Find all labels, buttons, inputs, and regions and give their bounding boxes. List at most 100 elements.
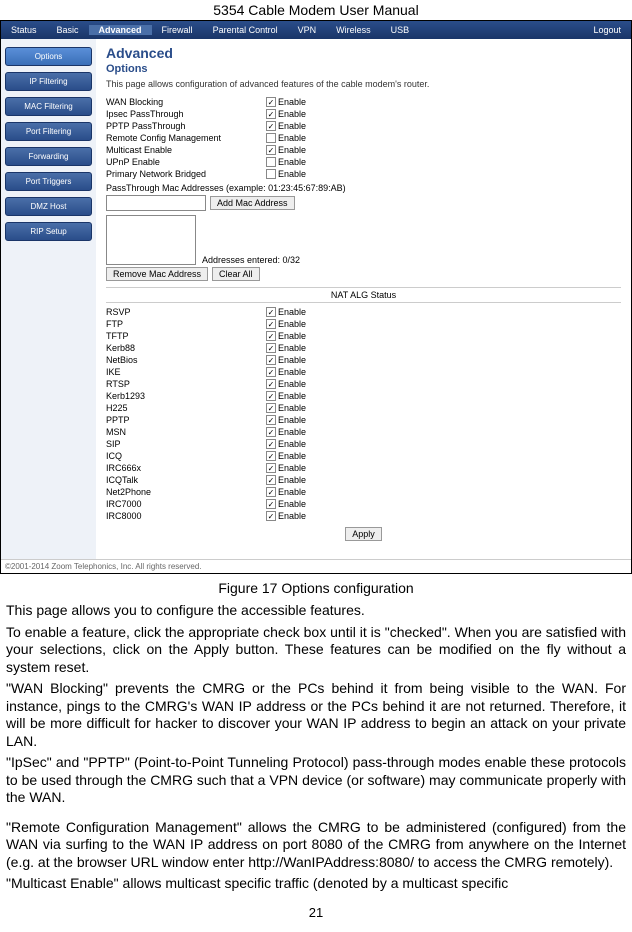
sidebar-mac-filtering[interactable]: MAC Filtering (5, 97, 92, 116)
nat-enable-group: Enable (266, 319, 306, 329)
enable-label: Enable (278, 451, 306, 461)
option-row: Multicast EnableEnable (106, 145, 621, 155)
nat-row: RSVPEnable (106, 307, 621, 317)
nat-label: Kerb1293 (106, 391, 266, 401)
document-header: 5354 Cable Modem User Manual (0, 0, 632, 20)
enable-checkbox[interactable] (266, 475, 276, 485)
enable-checkbox[interactable] (266, 331, 276, 341)
enable-checkbox[interactable] (266, 355, 276, 365)
body-text: This page allows you to configure the ac… (0, 602, 632, 893)
add-mac-button[interactable]: Add Mac Address (210, 196, 295, 210)
nat-row: Net2Phone Enable (106, 487, 621, 497)
enable-checkbox[interactable] (266, 379, 276, 389)
enable-checkbox[interactable] (266, 511, 276, 521)
nav-firewall[interactable]: Firewall (152, 25, 203, 35)
nat-row: Kerb1293 Enable (106, 391, 621, 401)
enable-label: Enable (278, 511, 306, 521)
nat-enable-group: Enable (266, 391, 306, 401)
option-label: WAN Blocking (106, 97, 266, 107)
nat-enable-group: Enable (266, 415, 306, 425)
enable-checkbox[interactable] (266, 145, 276, 155)
sidebar-ip-filtering[interactable]: IP Filtering (5, 72, 92, 91)
sidebar-dmz-host[interactable]: DMZ Host (5, 197, 92, 216)
nat-label: Kerb88 (106, 343, 266, 353)
nat-label: RSVP (106, 307, 266, 317)
sidebar-port-filtering[interactable]: Port Filtering (5, 122, 92, 141)
paragraph-3: "WAN Blocking" prevents the CMRG or the … (6, 680, 626, 750)
enable-label: Enable (278, 403, 306, 413)
nat-label: H225 (106, 403, 266, 413)
enable-checkbox[interactable] (266, 121, 276, 131)
enable-checkbox[interactable] (266, 169, 276, 179)
nat-enable-group: Enable (266, 511, 306, 521)
mac-address-input[interactable] (106, 195, 206, 211)
nat-enable-group: Enable (266, 487, 306, 497)
option-enable-group: Enable (266, 133, 306, 143)
nat-label: Net2Phone (106, 487, 266, 497)
paragraph-1: This page allows you to configure the ac… (6, 602, 626, 620)
enable-checkbox[interactable] (266, 343, 276, 353)
nat-row: RTSPEnable (106, 379, 621, 389)
nat-enable-group: Enable (266, 499, 306, 509)
nav-logout[interactable]: Logout (583, 25, 631, 35)
option-label: Ipsec PassThrough (106, 109, 266, 119)
enable-checkbox[interactable] (266, 463, 276, 473)
nat-enable-group: Enable (266, 331, 306, 341)
enable-checkbox[interactable] (266, 415, 276, 425)
enable-checkbox[interactable] (266, 427, 276, 437)
sidebar-options[interactable]: Options (5, 47, 92, 66)
enable-checkbox[interactable] (266, 157, 276, 167)
enable-checkbox[interactable] (266, 109, 276, 119)
nat-row: NetBios Enable (106, 355, 621, 365)
nat-label: FTP (106, 319, 266, 329)
enable-checkbox[interactable] (266, 403, 276, 413)
nat-label: IKE (106, 367, 266, 377)
enable-checkbox[interactable] (266, 451, 276, 461)
option-label: Primary Network Bridged (106, 169, 266, 179)
enable-checkbox[interactable] (266, 133, 276, 143)
nav-usb[interactable]: USB (381, 25, 420, 35)
enable-checkbox[interactable] (266, 319, 276, 329)
enable-checkbox[interactable] (266, 367, 276, 377)
sidebar-rip-setup[interactable]: RIP Setup (5, 222, 92, 241)
nav-status[interactable]: Status (1, 25, 47, 35)
clear-all-button[interactable]: Clear All (212, 267, 260, 281)
enable-label: Enable (278, 109, 306, 119)
nav-vpn[interactable]: VPN (288, 25, 327, 35)
enable-checkbox[interactable] (266, 499, 276, 509)
paragraph-5: "Remote Configuration Management" allows… (6, 819, 626, 872)
passthrough-label: PassThrough Mac Addresses (example: 01:2… (106, 183, 621, 193)
enable-label: Enable (278, 475, 306, 485)
enable-checkbox[interactable] (266, 307, 276, 317)
enable-label: Enable (278, 355, 306, 365)
nav-basic[interactable]: Basic (47, 25, 89, 35)
enable-label: Enable (278, 391, 306, 401)
nat-row: IRC8000Enable (106, 511, 621, 521)
enable-label: Enable (278, 157, 306, 167)
enable-label: Enable (278, 487, 306, 497)
option-label: UPnP Enable (106, 157, 266, 167)
enable-checkbox[interactable] (266, 391, 276, 401)
apply-button[interactable]: Apply (345, 527, 382, 541)
enable-checkbox[interactable] (266, 97, 276, 107)
nat-label: NetBios (106, 355, 266, 365)
nav-parental-control[interactable]: Parental Control (203, 25, 288, 35)
paragraph-6: "Multicast Enable" allows multicast spec… (6, 875, 626, 893)
enable-checkbox[interactable] (266, 439, 276, 449)
enable-label: Enable (278, 463, 306, 473)
sidebar-port-triggers[interactable]: Port Triggers (5, 172, 92, 191)
nav-wireless[interactable]: Wireless (326, 25, 381, 35)
add-mac-row: Add Mac Address (106, 195, 621, 211)
nat-row: ICQTalkEnable (106, 475, 621, 485)
nat-row: ICQ Enable (106, 451, 621, 461)
sidebar-forwarding[interactable]: Forwarding (5, 147, 92, 166)
paragraph-2: To enable a feature, click the appropria… (6, 624, 626, 677)
enable-checkbox[interactable] (266, 487, 276, 497)
mac-list-box[interactable] (106, 215, 196, 265)
option-row: UPnP Enable Enable (106, 157, 621, 167)
nav-advanced[interactable]: Advanced (89, 25, 152, 35)
option-row: WAN BlockingEnable (106, 97, 621, 107)
remove-mac-button[interactable]: Remove Mac Address (106, 267, 208, 281)
nat-label: ICQ (106, 451, 266, 461)
enable-label: Enable (278, 427, 306, 437)
